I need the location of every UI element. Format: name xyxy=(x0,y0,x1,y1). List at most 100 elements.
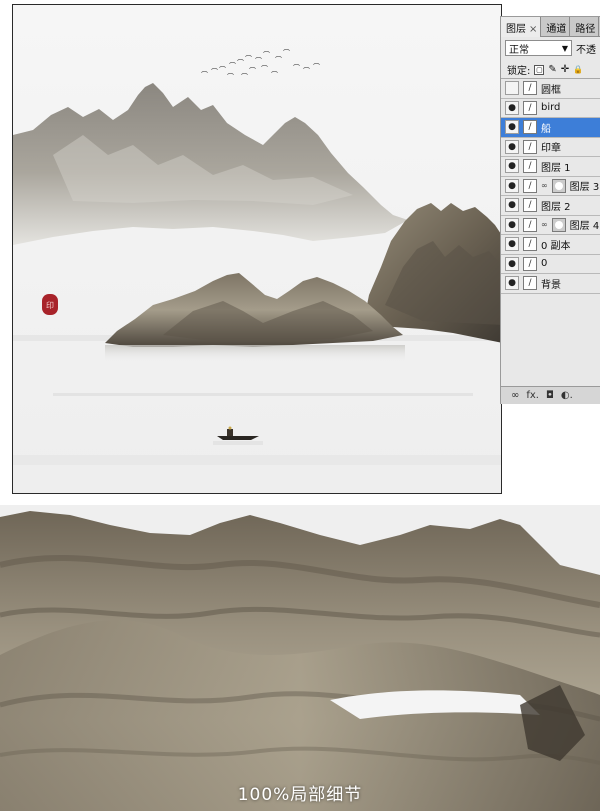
layer-name: 船 xyxy=(541,123,551,135)
svg-text:⌒: ⌒ xyxy=(229,62,236,70)
brush-icon: ∕ xyxy=(523,139,537,154)
visibility-eye-icon[interactable]: ● xyxy=(505,120,519,135)
layer-name: 0 副本 xyxy=(541,240,571,252)
brush-icon: ∕ xyxy=(523,178,537,193)
layer-name: 图层 2 xyxy=(541,201,571,213)
brush-icon: ∕ xyxy=(523,159,537,174)
svg-text:⌒: ⌒ xyxy=(227,73,234,81)
svg-text:⌒: ⌒ xyxy=(275,56,282,64)
red-seal-stamp: 印 xyxy=(42,294,58,315)
layer-name: 圆框 xyxy=(541,84,561,96)
lock-pixels-icon[interactable]: ✎ xyxy=(548,64,556,75)
visibility-eye-icon[interactable]: ● xyxy=(505,159,519,174)
visibility-eye-icon[interactable]: ● xyxy=(505,237,519,252)
add-mask-icon[interactable]: ◘ xyxy=(546,390,554,401)
layer-name: bird xyxy=(541,102,561,114)
chain-link-icon[interactable]: ∞ xyxy=(541,181,548,190)
tab-paths-label: 路径 xyxy=(575,24,596,35)
layer-list: ● ∕ 圆框 ● ∕ bird ● ∕ 船 ● ∕ 印章 ● ∕ 图层 1 ● ∕ ∞ 图层 3 ● ∕ 图层 2 ● ∕ ∞ 图… xyxy=(501,79,600,294)
visibility-eye-icon[interactable]: ● xyxy=(505,198,519,213)
layer-name: 背景 xyxy=(541,279,561,291)
link-layers-icon[interactable]: ∞ xyxy=(511,390,519,401)
brush-icon: ∕ xyxy=(523,217,537,232)
close-icon[interactable]: × xyxy=(529,24,537,35)
fx-icon[interactable]: fx. xyxy=(526,390,539,401)
layer-row[interactable]: ● ∕ 0 xyxy=(501,255,600,274)
visibility-eye-icon[interactable]: ● xyxy=(505,276,519,291)
detail-caption: 100%局部细节 xyxy=(237,785,363,805)
layers-panel: 图层× 通道 路径 正常 ▼ 不透 锁定: ▢ ✎ ✛ 🔒 ● ∕ 圆框 ● ∕ bird… xyxy=(500,16,600,404)
blend-mode-select[interactable]: 正常 ▼ xyxy=(505,40,572,56)
lock-label: 锁定: xyxy=(507,66,531,77)
brush-icon: ∕ xyxy=(523,100,537,115)
layer-name: 图层 4 xyxy=(569,221,600,233)
tab-layers[interactable]: 图层 × xyxy=(501,17,542,37)
layer-name: 图层 1 xyxy=(541,162,571,174)
brush-icon: ∕ xyxy=(523,81,537,96)
detail-crop-image: 100%局部细节 xyxy=(0,505,600,811)
opacity-label: 不透 xyxy=(576,44,596,56)
blend-mode-value: 正常 xyxy=(509,44,529,56)
svg-text:⌒: ⌒ xyxy=(303,67,310,75)
svg-text:⌒: ⌒ xyxy=(211,68,218,76)
visibility-eye-icon[interactable]: ● xyxy=(505,139,519,154)
panel-footer: ∞ fx. ◘ ◐. xyxy=(501,386,600,404)
adjustment-layer-icon[interactable]: ◐. xyxy=(561,390,573,401)
blend-row: 正常 ▼ 不透 xyxy=(501,37,600,59)
brush-icon: ∕ xyxy=(523,198,537,213)
svg-text:⌒: ⌒ xyxy=(261,65,268,73)
visibility-eye-icon[interactable]: ● xyxy=(505,100,519,115)
layer-name: 图层 3 xyxy=(569,182,600,194)
visibility-eye-icon[interactable]: ● xyxy=(505,217,519,232)
brush-icon: ∕ xyxy=(523,256,537,271)
layer-row[interactable]: ● ∕ 图层 1 xyxy=(501,157,600,177)
layer-row[interactable]: ● ∕ ∞ 图层 4 xyxy=(501,216,600,235)
layer-row[interactable]: ● ∕ 图层 2 xyxy=(501,196,600,216)
tab-channels[interactable]: 通道 xyxy=(541,17,571,37)
layer-row[interactable]: ● ∕ 印章 xyxy=(501,138,600,157)
layer-row[interactable]: ● ∕ ∞ 图层 3 xyxy=(501,177,600,196)
lock-row: 锁定: ▢ ✎ ✛ 🔒 xyxy=(501,59,600,79)
tab-paths[interactable]: 路径 xyxy=(570,17,600,37)
svg-text:⌒: ⌒ xyxy=(201,71,208,79)
chain-link-icon[interactable]: ∞ xyxy=(541,220,548,229)
lock-all-icon[interactable]: 🔒 xyxy=(573,65,583,74)
document-canvas[interactable]: ⌒ ⌒ ⌒ ⌒ ⌒ ⌒ ⌒ ⌒ ⌒ ⌒ ⌒ ⌒ ⌒ ⌒ ⌒ ⌒ ⌒ ⌒ 印 xyxy=(12,4,502,494)
svg-text:⌒: ⌒ xyxy=(255,57,262,65)
lock-position-icon[interactable]: ✛ xyxy=(561,64,569,75)
visibility-eye-icon[interactable]: ● xyxy=(505,256,519,271)
brush-icon: ∕ xyxy=(523,276,537,291)
editor-area: ⌒ ⌒ ⌒ ⌒ ⌒ ⌒ ⌒ ⌒ ⌒ ⌒ ⌒ ⌒ ⌒ ⌒ ⌒ ⌒ ⌒ ⌒ 印 图层… xyxy=(0,0,600,505)
svg-text:⌒: ⌒ xyxy=(237,59,244,67)
layer-name: 0 xyxy=(541,258,548,270)
rock-texture-closeup xyxy=(0,505,600,811)
visibility-eye-icon[interactable]: ● xyxy=(505,81,519,96)
landscape-painting: ⌒ ⌒ ⌒ ⌒ ⌒ ⌒ ⌒⌒⌒ ⌒⌒ ⌒ ⌒ ⌒ ⌒ ⌒ ⌒ ⌒ 印 xyxy=(13,5,501,493)
layer-name: 印章 xyxy=(541,143,561,155)
layer-row[interactable]: ● ∕ 0 副本 xyxy=(501,235,600,255)
svg-text:⌒: ⌒ xyxy=(263,51,270,59)
layer-row[interactable]: ● ∕ 圆框 xyxy=(501,79,600,99)
svg-text:⌒: ⌒ xyxy=(271,71,278,79)
panel-tabs: 图层 × 通道 路径 xyxy=(501,17,600,37)
lock-transparent-icon[interactable]: ▢ xyxy=(534,64,545,75)
svg-text:⌒: ⌒ xyxy=(283,49,290,57)
svg-text:⌒: ⌒ xyxy=(313,63,320,71)
svg-text:印: 印 xyxy=(46,301,54,310)
layer-row[interactable]: ● ∕ bird xyxy=(501,99,600,118)
visibility-eye-icon[interactable]: ● xyxy=(505,178,519,193)
svg-text:⌒: ⌒ xyxy=(245,55,252,63)
svg-text:⌒: ⌒ xyxy=(249,67,256,75)
brush-icon: ∕ xyxy=(523,237,537,252)
chevron-down-icon: ▼ xyxy=(561,43,568,53)
layer-row[interactable]: ● ∕ 背景 xyxy=(501,274,600,294)
svg-text:⌒: ⌒ xyxy=(293,64,300,72)
layer-mask-thumbnail[interactable] xyxy=(551,217,566,232)
tab-channels-label: 通道 xyxy=(546,24,567,35)
layer-row[interactable]: ● ∕ 船 xyxy=(501,118,600,138)
tab-layers-label: 图层 xyxy=(506,24,526,35)
brush-icon: ∕ xyxy=(523,120,537,135)
svg-text:⌒: ⌒ xyxy=(241,73,248,81)
svg-text:⌒: ⌒ xyxy=(219,66,226,74)
layer-mask-thumbnail[interactable] xyxy=(551,178,566,193)
